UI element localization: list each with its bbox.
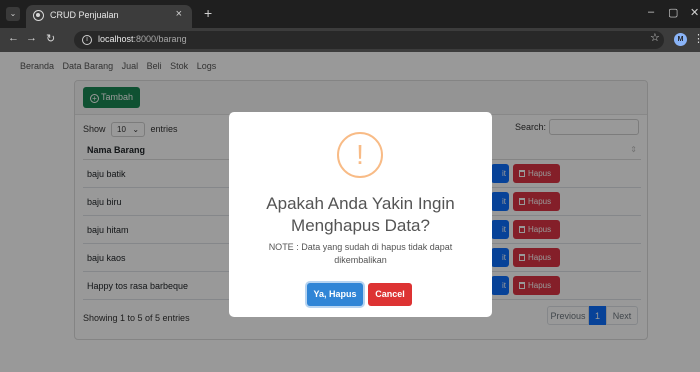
restore-icon[interactable]: ▢ [668,6,678,19]
new-tab-icon[interactable]: + [204,5,212,21]
close-window-icon[interactable]: ✕ [690,6,699,19]
back-icon[interactable]: ← [8,32,19,44]
browser-tabstrip: ⌄ CRUD Penjualan × + – ▢ ✕ [0,0,700,28]
dialog-text: NOTE : Data yang sudah di hapus tidak da… [268,242,453,265]
profile-avatar-icon[interactable]: M [674,33,687,46]
favicon-icon [33,10,44,21]
browser-tab[interactable]: CRUD Penjualan × [26,5,192,28]
confirm-delete-dialog: ! Apakah Anda Yakin Ingin Menghapus Data… [229,112,492,317]
minimize-icon[interactable]: – [648,6,654,18]
site-info-icon[interactable]: i [82,35,92,45]
tab-close-icon[interactable]: × [176,8,182,20]
tab-search-icon[interactable]: ⌄ [6,7,20,21]
cancel-button[interactable]: Cancel [368,283,412,306]
bookmark-star-icon[interactable]: ☆ [650,31,660,44]
tab-title: CRUD Penjualan [50,10,119,20]
browser-toolbar: ← → ↻ i localhost:8000/barang ☆ M ⋮ [0,28,700,52]
warning-icon: ! [337,132,383,178]
more-menu-icon[interactable]: ⋮ [693,32,700,45]
reload-icon[interactable]: ↻ [46,32,55,45]
address-bar[interactable]: i localhost:8000/barang [74,31,664,49]
url-text: localhost:8000/barang [98,34,187,44]
confirm-delete-button[interactable]: Ya, Hapus [307,283,363,306]
url-host: localhost [98,34,134,44]
url-path: :8000/barang [133,34,187,44]
dialog-title: Apakah Anda Yakin Ingin Menghapus Data? [266,194,455,235]
forward-icon[interactable]: → [26,32,37,44]
